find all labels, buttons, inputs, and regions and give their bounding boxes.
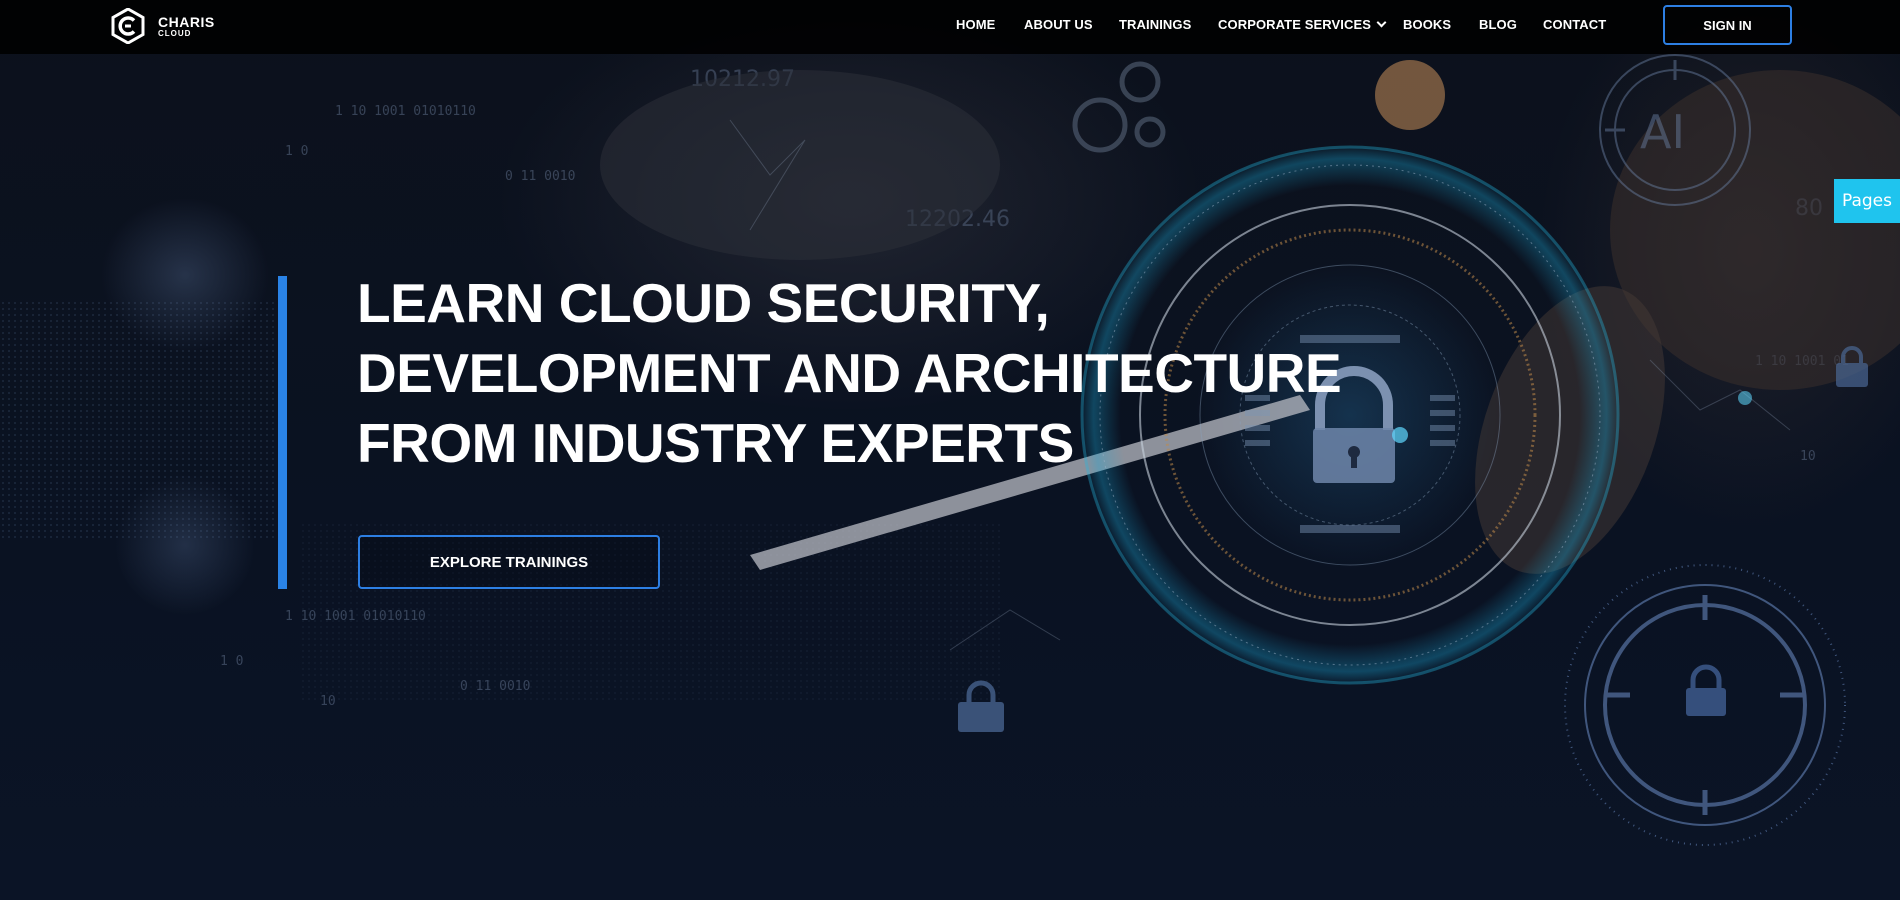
svg-text:AI: AI xyxy=(1640,105,1685,159)
nav-trainings[interactable]: TRAININGS xyxy=(1119,17,1191,32)
nav-corporate-services[interactable]: CORPORATE SERVICES xyxy=(1218,17,1387,32)
navbar: CHARIS CLOUD HOME ABOUT US TRAININGS COR… xyxy=(0,0,1900,54)
hero-headline: LEARN CLOUD SECURITY, DEVELOPMENT AND AR… xyxy=(357,268,1457,478)
explore-trainings-button[interactable]: EXPLORE TRAININGS xyxy=(358,535,660,589)
svg-text:10: 10 xyxy=(320,694,336,709)
nav-corporate-services-label: CORPORATE SERVICES xyxy=(1218,17,1372,32)
headline-line-3: FROM INDUSTRY EXPERTS xyxy=(357,412,1074,474)
sign-in-button[interactable]: SIGN IN xyxy=(1663,5,1792,45)
hero-accent-bar xyxy=(278,276,287,589)
svg-text:10: 10 xyxy=(1800,449,1816,464)
headline-line-2: DEVELOPMENT AND ARCHITECTURE xyxy=(357,342,1342,404)
svg-text:1 0: 1 0 xyxy=(285,144,308,159)
nav-contact[interactable]: CONTACT xyxy=(1543,17,1606,32)
nav-about-us[interactable]: ABOUT US xyxy=(1024,17,1093,32)
nav-home[interactable]: HOME xyxy=(956,17,995,32)
pages-side-tab[interactable]: Pages xyxy=(1834,179,1900,223)
svg-text:0 11 0010: 0 11 0010 xyxy=(505,169,575,184)
svg-text:0 11 0010: 0 11 0010 xyxy=(460,679,530,694)
headline-line-1: LEARN CLOUD SECURITY, xyxy=(357,272,1050,334)
nav-books[interactable]: BOOKS xyxy=(1403,17,1451,32)
svg-text:1 0: 1 0 xyxy=(220,654,243,669)
chevron-down-icon xyxy=(1376,17,1387,28)
svg-text:1 10 1001 01010110: 1 10 1001 01010110 xyxy=(285,609,426,624)
main-nav: HOME ABOUT US TRAININGS CORPORATE SERVIC… xyxy=(0,17,1900,37)
nav-blog[interactable]: BLOG xyxy=(1479,17,1517,32)
svg-text:1 10 1001 01010110: 1 10 1001 01010110 xyxy=(335,104,476,119)
